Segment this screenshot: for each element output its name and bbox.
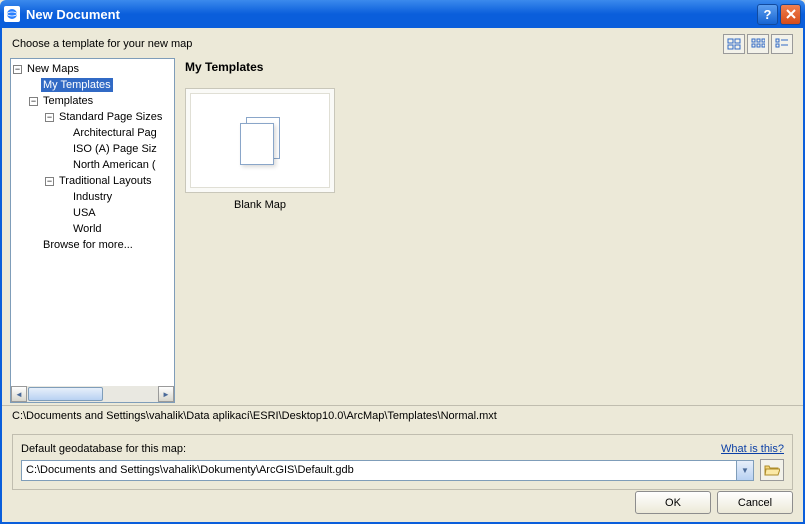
- titlebar: New Document ?: [0, 0, 805, 28]
- panel-heading: My Templates: [185, 60, 791, 74]
- gdb-label: Default geodatabase for this map:: [21, 443, 186, 455]
- app-icon: [4, 6, 20, 22]
- tree-root[interactable]: New Maps: [25, 62, 81, 76]
- document-icon: [240, 117, 280, 165]
- scroll-left-icon[interactable]: ◄: [11, 386, 27, 402]
- cancel-button[interactable]: Cancel: [717, 491, 793, 514]
- tree-usa[interactable]: USA: [71, 206, 98, 220]
- tree-my-templates[interactable]: My Templates: [41, 78, 113, 92]
- prompt-text: Choose a template for your new map: [12, 38, 723, 50]
- collapse-icon[interactable]: −: [29, 97, 38, 106]
- tree-browse[interactable]: Browse for more...: [41, 238, 135, 252]
- scroll-thumb[interactable]: [28, 387, 103, 401]
- collapse-icon[interactable]: −: [45, 177, 54, 186]
- template-thumbnail: [185, 88, 335, 193]
- what-is-this-link[interactable]: What is this?: [721, 443, 784, 455]
- view-list-icon[interactable]: [747, 34, 769, 54]
- template-list-panel: My Templates Blank Map: [175, 58, 795, 403]
- tree-traditional[interactable]: Traditional Layouts: [57, 174, 154, 188]
- window-title: New Document: [26, 7, 755, 22]
- view-details-icon[interactable]: [771, 34, 793, 54]
- scroll-right-icon[interactable]: ►: [158, 386, 174, 402]
- close-button[interactable]: [780, 4, 801, 25]
- gdb-value: C:\Documents and Settings\vahalik\Dokume…: [26, 464, 736, 476]
- tree-panel: −New Maps My Templates −Templates −Stand…: [10, 58, 175, 403]
- chevron-down-icon[interactable]: ▼: [736, 461, 753, 480]
- gdb-combobox[interactable]: C:\Documents and Settings\vahalik\Dokume…: [21, 460, 754, 481]
- browse-folder-button[interactable]: [760, 459, 784, 481]
- view-large-icon[interactable]: [723, 34, 745, 54]
- tree-industry[interactable]: Industry: [71, 190, 114, 204]
- dialog-content: Choose a template for your new map −New …: [0, 28, 805, 524]
- tree-std-page-sizes[interactable]: Standard Page Sizes: [57, 110, 164, 124]
- tree-iso[interactable]: ISO (A) Page Siz: [71, 142, 159, 156]
- template-item-blank-map[interactable]: Blank Map: [185, 88, 335, 211]
- template-label: Blank Map: [185, 199, 335, 211]
- template-path: C:\Documents and Settings\vahalik\Data a…: [2, 405, 803, 426]
- tree-templates[interactable]: Templates: [41, 94, 95, 108]
- tree-north-american[interactable]: North American (: [71, 158, 158, 172]
- ok-button[interactable]: OK: [635, 491, 711, 514]
- horizontal-scrollbar[interactable]: ◄ ►: [11, 386, 174, 402]
- geodatabase-section: Default geodatabase for this map: What i…: [12, 434, 793, 490]
- tree-world[interactable]: World: [71, 222, 104, 236]
- collapse-icon[interactable]: −: [13, 65, 22, 74]
- help-button[interactable]: ?: [757, 4, 778, 25]
- collapse-icon[interactable]: −: [45, 113, 54, 122]
- tree-architectural[interactable]: Architectural Pag: [71, 126, 159, 140]
